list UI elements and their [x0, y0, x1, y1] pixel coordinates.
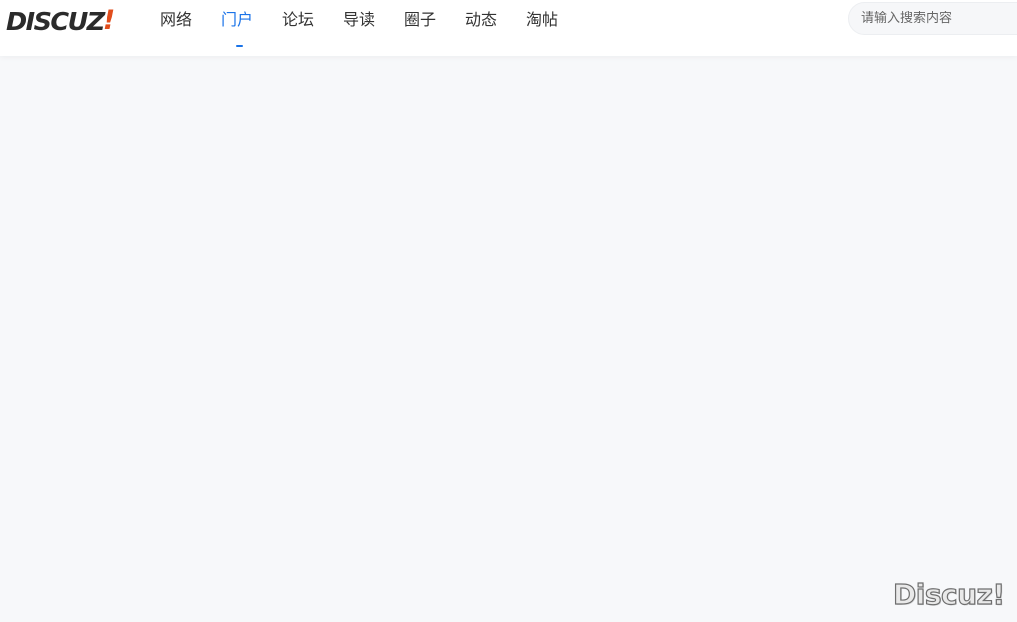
top-bar: DISCUZ ! 网络 门户 论坛 导读 圈子 动态 淘帖: [0, 0, 1017, 56]
nav-item-portal[interactable]: 门户: [221, 9, 253, 31]
search-box[interactable]: [848, 2, 1017, 35]
discuz-watermark: Discuz!: [892, 577, 1005, 611]
nav-item-forum[interactable]: 论坛: [282, 9, 314, 31]
logo-text: DISCUZ: [6, 7, 105, 36]
nav-item-feed[interactable]: 动态: [465, 9, 497, 31]
logo-exclamation-icon: !: [102, 5, 116, 36]
nav-item-collections[interactable]: 淘帖: [526, 9, 558, 31]
nav-item-guide[interactable]: 导读: [343, 9, 375, 31]
search-input[interactable]: [861, 11, 1011, 26]
nav-item-network[interactable]: 网络: [160, 9, 192, 31]
site-logo[interactable]: DISCUZ !: [6, 5, 116, 36]
nav-item-groups[interactable]: 圈子: [404, 9, 436, 31]
nav-active-indicator: [236, 45, 243, 47]
